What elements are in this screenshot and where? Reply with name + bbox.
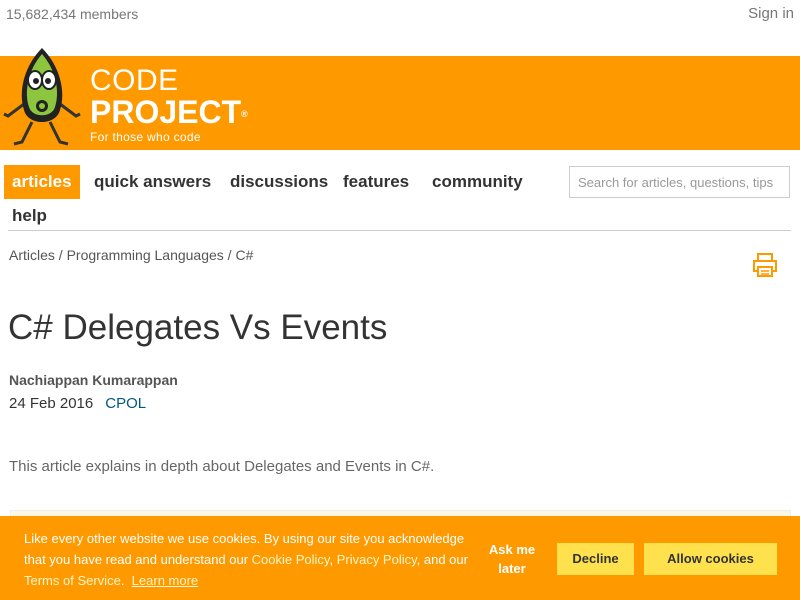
printer-icon[interactable] [752, 252, 778, 278]
logo-tagline: For those who code [90, 130, 201, 144]
search-input[interactable] [569, 166, 790, 198]
logo-project-text: PROJECT [90, 94, 242, 130]
nav-item-quick-answers[interactable]: quick answers [86, 165, 219, 199]
top-strip: 15,682,434 members Sign in [0, 0, 800, 28]
breadcrumb-csharp[interactable]: C# [235, 247, 253, 263]
breadcrumb-articles[interactable]: Articles [9, 247, 55, 263]
decline-button[interactable]: Decline [557, 543, 634, 575]
license-link[interactable]: CPOL [105, 395, 146, 412]
nav-item-help[interactable]: help [4, 199, 55, 233]
article-date: 24 Feb 2016 [9, 395, 94, 412]
terms-of-service-link[interactable]: Terms of Service [24, 573, 121, 588]
article-author[interactable]: Nachiappan Kumarappan [9, 372, 178, 388]
privacy-policy-link[interactable]: Privacy Policy [337, 552, 417, 567]
nav-item-discussions[interactable]: discussions [222, 165, 336, 199]
cookie-period: . [120, 573, 125, 588]
nav-item-articles[interactable]: articles [4, 165, 80, 199]
nav-item-community[interactable]: community [424, 165, 531, 199]
sign-in-link[interactable]: Sign in [748, 5, 794, 22]
article-meta: 24 Feb 2016 CPOL [9, 395, 146, 412]
cookie-message: Like every other website we use cookies.… [24, 528, 474, 591]
logo[interactable]: CODE PROJECT® For those who code [90, 66, 248, 145]
breadcrumb: Articles / Programming Languages / C# [9, 247, 253, 263]
site-banner: CODE PROJECT® For those who code [0, 48, 800, 150]
bob-mascot-icon[interactable] [2, 44, 82, 154]
breadcrumb-separator: / [223, 247, 236, 263]
article-summary: This article explains in depth about Del… [9, 458, 435, 475]
registered-mark: ® [241, 109, 248, 119]
ask-me-later-button[interactable]: Ask me later [484, 540, 540, 578]
cookie-and-our: , and our [416, 552, 468, 567]
nav-divider [8, 230, 791, 231]
main-nav: articles quick answers discussions featu… [0, 163, 800, 233]
allow-cookies-button[interactable]: Allow cookies [644, 543, 777, 575]
cookie-policy-link[interactable]: Cookie Policy [252, 552, 330, 567]
breadcrumb-programming-languages[interactable]: Programming Languages [67, 247, 224, 263]
learn-more-link[interactable]: Learn more [132, 573, 198, 588]
breadcrumb-separator: / [54, 247, 67, 263]
cookie-comma: , [329, 552, 337, 567]
logo-project: PROJECT® [90, 96, 248, 128]
member-count: 15,682,434 members [6, 6, 139, 22]
logo-code: CODE [90, 64, 179, 97]
article-title: C# Delegates Vs Events [8, 308, 388, 347]
nav-item-features[interactable]: features [335, 165, 417, 199]
